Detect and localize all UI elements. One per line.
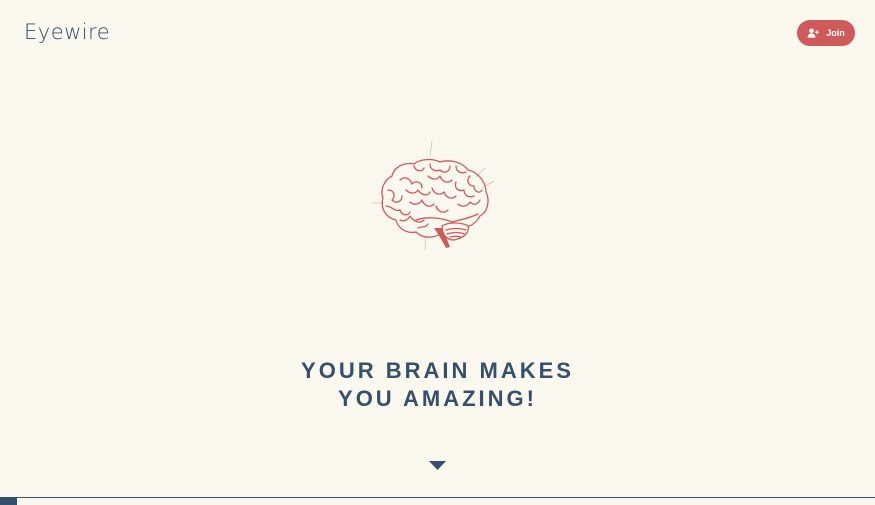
join-button[interactable]: Join	[797, 20, 855, 46]
add-user-icon	[807, 28, 820, 38]
join-button-label: Join	[826, 28, 845, 38]
landing-page: Eyewire Join YOUR BRAIN MAKES YOU AMAZIN…	[0, 0, 875, 505]
down-arrow-icon[interactable]	[429, 457, 446, 470]
hero-headline-line2: YOU AMAZING!	[338, 386, 537, 411]
eyewire-logo[interactable]: Eyewire	[24, 20, 110, 44]
hero-headline-line1: YOUR BRAIN MAKES	[301, 358, 574, 383]
brain-icon	[370, 140, 498, 252]
footer-divider	[0, 497, 875, 498]
hero-headline: YOUR BRAIN MAKES YOU AMAZING!	[0, 357, 875, 413]
footer-indicator	[0, 497, 17, 505]
